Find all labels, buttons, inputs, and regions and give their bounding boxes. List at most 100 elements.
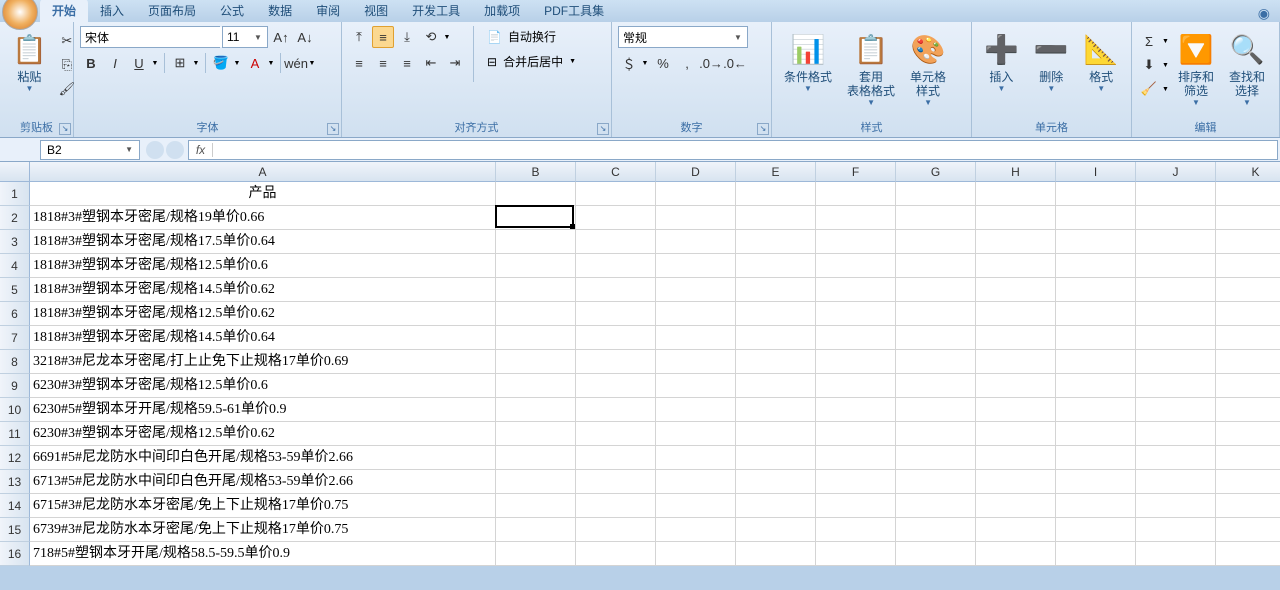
tab-home[interactable]: 开始 [40,0,88,22]
cell[interactable]: 1818#3#塑钢本牙密尾/规格19单价0.66 [30,206,496,230]
cell[interactable] [736,422,816,446]
delete-cells-button[interactable]: ➖ 删除 ▼ [1028,26,1075,95]
column-header-G[interactable]: G [896,162,976,182]
cell[interactable] [976,422,1056,446]
underline-dropdown[interactable]: ▼ [150,52,160,74]
fill-dropdown[interactable]: ▼ [1162,62,1169,69]
align-top-button[interactable]: ⤒ [348,26,370,48]
cell[interactable] [896,422,976,446]
cell[interactable] [816,494,896,518]
row-header[interactable]: 1 [0,182,30,206]
enter-formula-button[interactable] [166,141,184,159]
cell[interactable] [656,254,736,278]
currency-button[interactable]: ＄ [618,52,640,74]
cell[interactable] [896,398,976,422]
underline-button[interactable]: U [128,52,150,74]
cell[interactable] [496,542,576,566]
cell[interactable] [1136,230,1216,254]
cell[interactable] [576,422,656,446]
merge-dropdown[interactable]: ▼ [569,58,576,65]
paste-button[interactable]: 📋 粘贴 ▼ [6,26,53,95]
border-button[interactable]: ⊞ [169,52,191,74]
cell[interactable] [1216,494,1280,518]
cell[interactable] [896,494,976,518]
italic-button[interactable]: I [104,52,126,74]
column-header-F[interactable]: F [816,162,896,182]
cell[interactable]: 718#5#塑钢本牙开尾/规格58.5-59.5单价0.9 [30,542,496,566]
cell[interactable] [1216,350,1280,374]
cell[interactable] [656,182,736,206]
cell[interactable] [896,518,976,542]
cell[interactable] [576,302,656,326]
cell[interactable] [1216,422,1280,446]
cell[interactable] [1136,494,1216,518]
row-header[interactable]: 9 [0,374,30,398]
cell[interactable] [736,446,816,470]
cell[interactable] [816,470,896,494]
cell[interactable] [976,206,1056,230]
tab-review[interactable]: 审阅 [304,0,352,22]
cell[interactable] [896,302,976,326]
cell[interactable] [656,302,736,326]
cell[interactable] [576,518,656,542]
cell[interactable] [496,422,576,446]
cell[interactable] [496,494,576,518]
cell[interactable] [976,278,1056,302]
cell[interactable] [496,326,576,350]
column-header-H[interactable]: H [976,162,1056,182]
cell[interactable] [576,230,656,254]
cell[interactable] [1056,230,1136,254]
cell[interactable]: 6713#5#尼龙防水中间印白色开尾/规格53-59单价2.66 [30,470,496,494]
cell[interactable] [1056,350,1136,374]
cell[interactable] [1056,326,1136,350]
cell[interactable] [1216,182,1280,206]
number-launcher[interactable]: ↘ [757,123,769,135]
cell[interactable] [1056,398,1136,422]
cell[interactable] [1216,470,1280,494]
cell[interactable] [656,542,736,566]
cell[interactable] [576,350,656,374]
cell[interactable] [496,398,576,422]
cell[interactable] [736,230,816,254]
autosum-dropdown[interactable]: ▼ [1162,38,1169,45]
cell[interactable] [1056,422,1136,446]
cell[interactable]: 产品 [30,182,496,206]
cell[interactable]: 1818#3#塑钢本牙密尾/规格14.5单价0.64 [30,326,496,350]
row-header[interactable]: 16 [0,542,30,566]
cell[interactable] [736,542,816,566]
cell[interactable] [1056,446,1136,470]
cell[interactable] [1056,470,1136,494]
tab-addins[interactable]: 加载项 [472,0,532,22]
cell[interactable] [816,422,896,446]
cell[interactable] [976,350,1056,374]
cell[interactable] [1136,422,1216,446]
cell[interactable] [896,182,976,206]
cell[interactable] [736,254,816,278]
name-box[interactable]: B2 ▼ [40,140,140,160]
increase-indent-button[interactable]: ⇥ [444,52,466,74]
cell[interactable] [896,278,976,302]
font-size-input[interactable] [223,27,251,47]
clear-button[interactable]: 🧹 [1138,78,1160,100]
cell[interactable] [816,374,896,398]
font-launcher[interactable]: ↘ [327,123,339,135]
row-header[interactable]: 11 [0,422,30,446]
number-format-input[interactable] [619,27,731,47]
cell[interactable] [976,326,1056,350]
tab-data[interactable]: 数据 [256,0,304,22]
cell[interactable] [656,326,736,350]
cell[interactable] [736,206,816,230]
cell[interactable] [576,374,656,398]
cell[interactable] [1136,398,1216,422]
cell[interactable] [496,374,576,398]
cell[interactable] [1216,446,1280,470]
cell[interactable] [1136,374,1216,398]
row-header[interactable]: 14 [0,494,30,518]
row-header[interactable]: 7 [0,326,30,350]
fx-button[interactable]: fx [189,143,213,157]
table-format-button[interactable]: 📋 套用 表格格式 ▼ [841,26,901,109]
cell[interactable] [976,374,1056,398]
cell[interactable] [976,446,1056,470]
font-color-dropdown[interactable]: ▼ [266,52,276,74]
cell[interactable] [896,254,976,278]
